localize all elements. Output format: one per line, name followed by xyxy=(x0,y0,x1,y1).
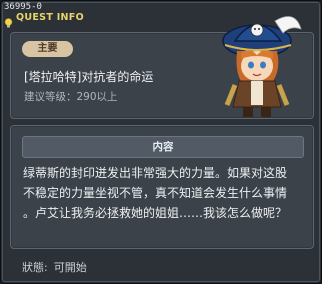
quest-name: [塔拉哈特]对抗者的命运 xyxy=(24,70,154,84)
description-line: 不稳定的力量坐视不管，真不知道会发生什么事情 xyxy=(23,186,288,200)
quest-description: 绿蒂斯的封印迸发出非常强大的力量。如果对这股 不稳定的力量坐视不管，真不知道会发… xyxy=(23,163,305,223)
content-section-header: 内容 xyxy=(22,136,304,158)
npc-portrait xyxy=(222,16,302,117)
status-label: 狀態: xyxy=(22,261,48,274)
quest-info-window: 36995-0 QUEST INFO 主要 [塔拉哈特]对抗者的命运 建议等级：… xyxy=(0,0,322,284)
recommended-level: 建议等级：290以上 xyxy=(24,91,118,103)
quest-status: 狀態: 可開始 xyxy=(22,259,87,275)
window-title-text: QUEST INFO xyxy=(16,12,84,23)
quest-type-badge: 主要 xyxy=(22,41,73,57)
status-value: 可開始 xyxy=(53,261,87,274)
window-title: QUEST INFO xyxy=(4,11,84,27)
description-line: 绿蒂斯的封印迸发出非常强大的力量。如果对这股 xyxy=(23,166,288,180)
description-line: 。卢艾让我务必拯救她的姐姐……我该怎么做呢？ xyxy=(23,206,288,220)
quest-summary-panel: 主要 [塔拉哈特]对抗者的命运 建议等级：290以上 xyxy=(10,16,314,119)
lightbulb-icon xyxy=(4,13,13,27)
quest-content-panel: 内容 绿蒂斯的封印迸发出非常强大的力量。如果对这股 不稳定的力量坐视不管，真不知… xyxy=(10,125,314,249)
